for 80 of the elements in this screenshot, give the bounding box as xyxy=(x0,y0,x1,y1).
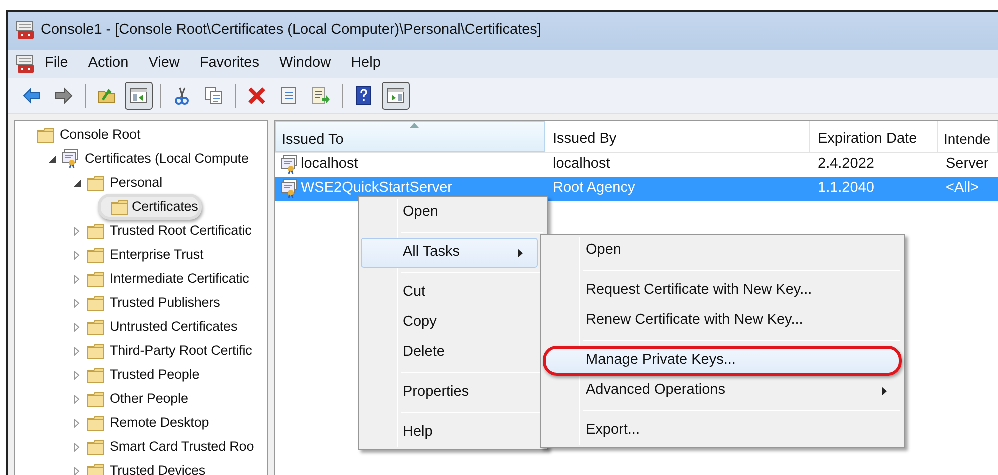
console-icon xyxy=(16,20,35,40)
menu-item[interactable]: Properties xyxy=(361,378,538,408)
action-pane-button[interactable] xyxy=(382,82,410,110)
tree-item[interactable]: Certificates xyxy=(98,194,202,220)
folder-icon xyxy=(87,390,105,408)
menu-item[interactable]: Delete xyxy=(361,338,538,368)
tree-item[interactable]: Personal xyxy=(108,172,164,194)
folder-icon xyxy=(87,438,105,456)
folder-icon xyxy=(87,366,105,384)
tree-item[interactable]: Enterprise Trust xyxy=(108,244,206,266)
column-header[interactable]: Issued By xyxy=(545,121,810,152)
table-cell-text: WSE2QuickStartServer xyxy=(301,179,452,198)
tree-item[interactable]: Remote Desktop xyxy=(108,412,212,434)
forward-arrow-icon xyxy=(54,86,74,106)
help-icon xyxy=(354,86,374,106)
properties-icon xyxy=(279,86,299,106)
menu-item[interactable]: Open xyxy=(361,198,538,228)
tree-item[interactable]: Untrusted Certificates xyxy=(108,316,240,338)
menu-item[interactable]: Favorites xyxy=(190,53,270,75)
menu-item[interactable]: View xyxy=(138,53,190,75)
tree-item[interactable]: Console Root xyxy=(58,124,143,146)
tree-item[interactable]: Intermediate Certificatic xyxy=(108,268,252,290)
folder-icon xyxy=(111,198,129,216)
table-cell: localhost xyxy=(553,156,610,172)
certificate-icon xyxy=(281,155,299,175)
menu-item[interactable]: Help xyxy=(341,53,391,75)
action-pane-icon xyxy=(386,86,406,106)
tree-item[interactable]: Certificates (Local Compute xyxy=(83,148,251,170)
back-arrow-icon xyxy=(22,86,42,106)
folder-icon xyxy=(87,318,105,336)
folder-icon xyxy=(87,294,105,312)
tree-item[interactable]: Third-Party Root Certific xyxy=(108,340,254,362)
show-tree-button[interactable] xyxy=(125,82,153,110)
table-cell: Root Agency xyxy=(553,180,636,196)
menu-item[interactable]: Advanced Operations xyxy=(543,376,902,406)
folder-icon xyxy=(87,342,105,360)
show-tree-icon xyxy=(129,86,149,106)
table-cell: 2.4.2022 xyxy=(818,156,874,172)
folder-icon xyxy=(87,174,105,192)
menu-item[interactable]: Action xyxy=(78,53,139,75)
column-header[interactable]: Intende xyxy=(938,121,998,152)
tree-item[interactable]: Smart Card Trusted Roo xyxy=(108,436,256,458)
table-cell: <All> xyxy=(946,180,980,196)
copy-icon xyxy=(204,86,224,106)
tree-item[interactable]: Other People xyxy=(108,388,190,410)
menu-item[interactable]: Window xyxy=(270,53,342,75)
menu-item[interactable]: Export... xyxy=(543,416,902,446)
menu-item[interactable]: Renew Certificate with New Key... xyxy=(543,306,902,336)
menu-item[interactable]: Help xyxy=(361,418,538,448)
column-header[interactable]: Expiration Date xyxy=(810,121,938,152)
table-row[interactable]: localhost localhost 2.4.2022 Server xyxy=(275,153,998,177)
table-cell: 1.1.2040 xyxy=(818,180,874,196)
certificate-icon xyxy=(62,149,80,169)
table-cell-text: localhost xyxy=(301,155,358,174)
menu-item[interactable]: All Tasks xyxy=(361,238,538,268)
console-icon xyxy=(16,54,35,74)
menu-item[interactable]: Cut xyxy=(361,278,538,308)
sort-arrow-icon xyxy=(410,123,419,128)
table-cell: Server xyxy=(946,156,989,172)
export-list-icon xyxy=(311,86,331,106)
tree-item[interactable]: Trusted Devices xyxy=(108,460,208,475)
column-header[interactable]: Issued To xyxy=(275,121,545,152)
folder-icon xyxy=(87,462,105,475)
tree-item[interactable]: Trusted Publishers xyxy=(108,292,222,314)
folder-icon xyxy=(87,414,105,432)
menu-item[interactable]: Request Certificate with New Key... xyxy=(543,276,902,306)
folder-icon xyxy=(87,222,105,240)
folder-icon xyxy=(87,246,105,264)
window-title: Console1 - [Console Root\Certificates (Local Computer)\Personal\Certificates] xyxy=(41,21,542,40)
menu-item[interactable]: File xyxy=(35,53,78,75)
menu-item[interactable]: Copy xyxy=(361,308,538,338)
folder-icon xyxy=(87,270,105,288)
tree-item[interactable]: Trusted Root Certificatic xyxy=(108,220,254,242)
delete-x-icon xyxy=(247,86,267,106)
tree-item[interactable]: Trusted People xyxy=(108,364,202,386)
scissors-icon xyxy=(172,86,192,106)
menu-item[interactable]: Manage Private Keys... xyxy=(543,346,902,376)
certificate-icon xyxy=(281,179,299,199)
menu-item[interactable]: Open xyxy=(543,236,902,266)
folder-icon xyxy=(37,126,55,144)
